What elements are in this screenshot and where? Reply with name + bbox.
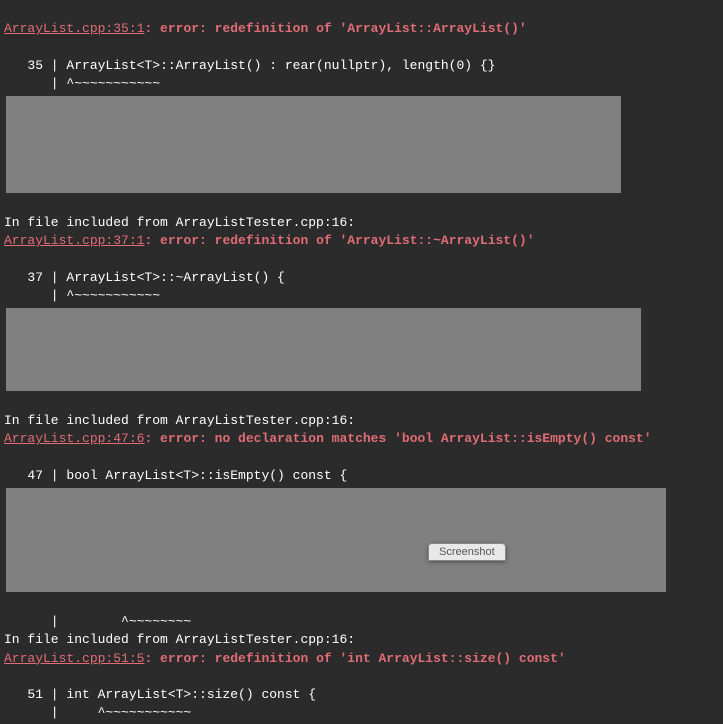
code-line-2: 37 | ArrayList<T>::~ArrayList() { <box>4 270 285 285</box>
error-line-3: ArrayList.cpp:47:6: error: no declaratio… <box>4 430 719 448</box>
include-line-2: In file included from ArrayListTester.cp… <box>4 413 355 428</box>
obscured-region-3 <box>6 488 666 592</box>
file-link-2[interactable]: ArrayList.cpp:37:1 <box>4 233 144 248</box>
file-link-1[interactable]: ArrayList.cpp:35:1 <box>4 21 144 36</box>
obscured-region-2 <box>6 308 641 391</box>
caret-line-1: | ^~~~~~~~~~~~ <box>4 76 160 91</box>
caret-line-3-partial: | ^~~~~~~~~ <box>4 614 191 629</box>
error-line-1: ArrayList.cpp:35:1: error: redefinition … <box>4 20 719 38</box>
error-line-4: ArrayList.cpp:51:5: error: redefinition … <box>4 650 719 668</box>
file-link-3[interactable]: ArrayList.cpp:47:6 <box>4 431 144 446</box>
file-link-4[interactable]: ArrayList.cpp:51:5 <box>4 651 144 666</box>
code-line-1: 35 | ArrayList<T>::ArrayList() : rear(nu… <box>4 58 495 73</box>
caret-line-4: | ^~~~~~~~~~~~ <box>4 705 191 720</box>
obscured-region-1 <box>6 96 621 193</box>
caret-line-2: | ^~~~~~~~~~~~ <box>4 288 160 303</box>
screenshot-overlay: Screenshot <box>428 543 506 561</box>
screenshot-button[interactable]: Screenshot <box>428 543 506 561</box>
error-line-2: ArrayList.cpp:37:1: error: redefinition … <box>4 232 719 250</box>
include-line-3: In file included from ArrayListTester.cp… <box>4 632 355 647</box>
code-line-3: 47 | bool ArrayList<T>::isEmpty() const … <box>4 468 347 483</box>
compiler-output: ArrayList.cpp:35:1: error: redefinition … <box>0 0 723 724</box>
code-line-4: 51 | int ArrayList<T>::size() const { <box>4 687 316 702</box>
include-line-1: In file included from ArrayListTester.cp… <box>4 215 355 230</box>
